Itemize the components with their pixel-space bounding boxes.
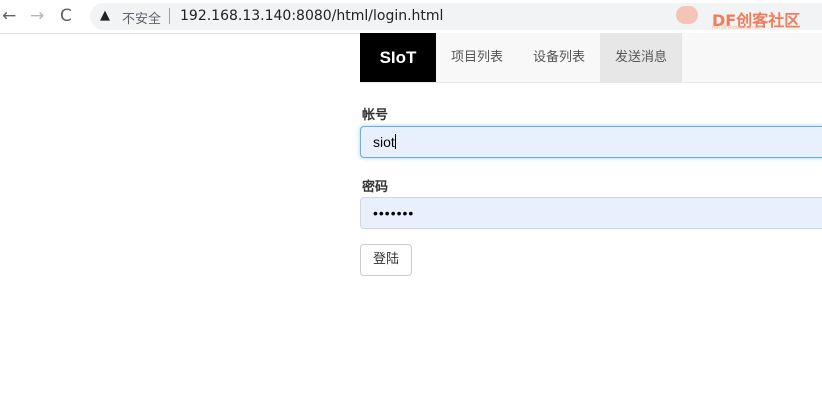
nav-tab-device-list[interactable]: 设备列表 — [518, 33, 600, 82]
url-text[interactable]: 192.168.13.140:8080/html/login.html — [180, 8, 443, 24]
nav-tab-project-list[interactable]: 项目列表 — [436, 33, 518, 82]
watermark-subtext: mc.DFRobot.com.cn — [712, 25, 763, 31]
username-input[interactable]: siot — [360, 126, 822, 158]
nav-tab-send-message[interactable]: 发送消息 — [600, 33, 682, 82]
text-caret — [394, 134, 396, 149]
back-arrow-icon[interactable]: ← — [2, 6, 16, 26]
top-navbar: SIoT 项目列表 设备列表 发送消息 — [360, 33, 822, 83]
watermark-logo: DF创客社区 mc.DFRobot.com.cn — [668, 2, 822, 31]
password-label: 密码 — [362, 180, 389, 195]
brand-logo[interactable]: SIoT — [360, 33, 436, 82]
reload-icon[interactable]: C — [60, 6, 72, 26]
forward-arrow-icon[interactable]: → — [30, 6, 44, 26]
username-value: siot — [373, 134, 395, 150]
browser-toolbar: ← → C ▲ 不安全 192.168.13.140:8080/html/log… — [0, 0, 822, 34]
login-button[interactable]: 登陆 — [360, 244, 412, 276]
security-status[interactable]: 不安全 — [122, 8, 161, 27]
robot-logo-icon — [676, 6, 698, 24]
warning-icon[interactable]: ▲ — [100, 8, 110, 23]
password-input[interactable]: ••••••• — [360, 197, 822, 229]
username-label: 帐号 — [362, 108, 389, 123]
address-separator — [169, 8, 170, 24]
